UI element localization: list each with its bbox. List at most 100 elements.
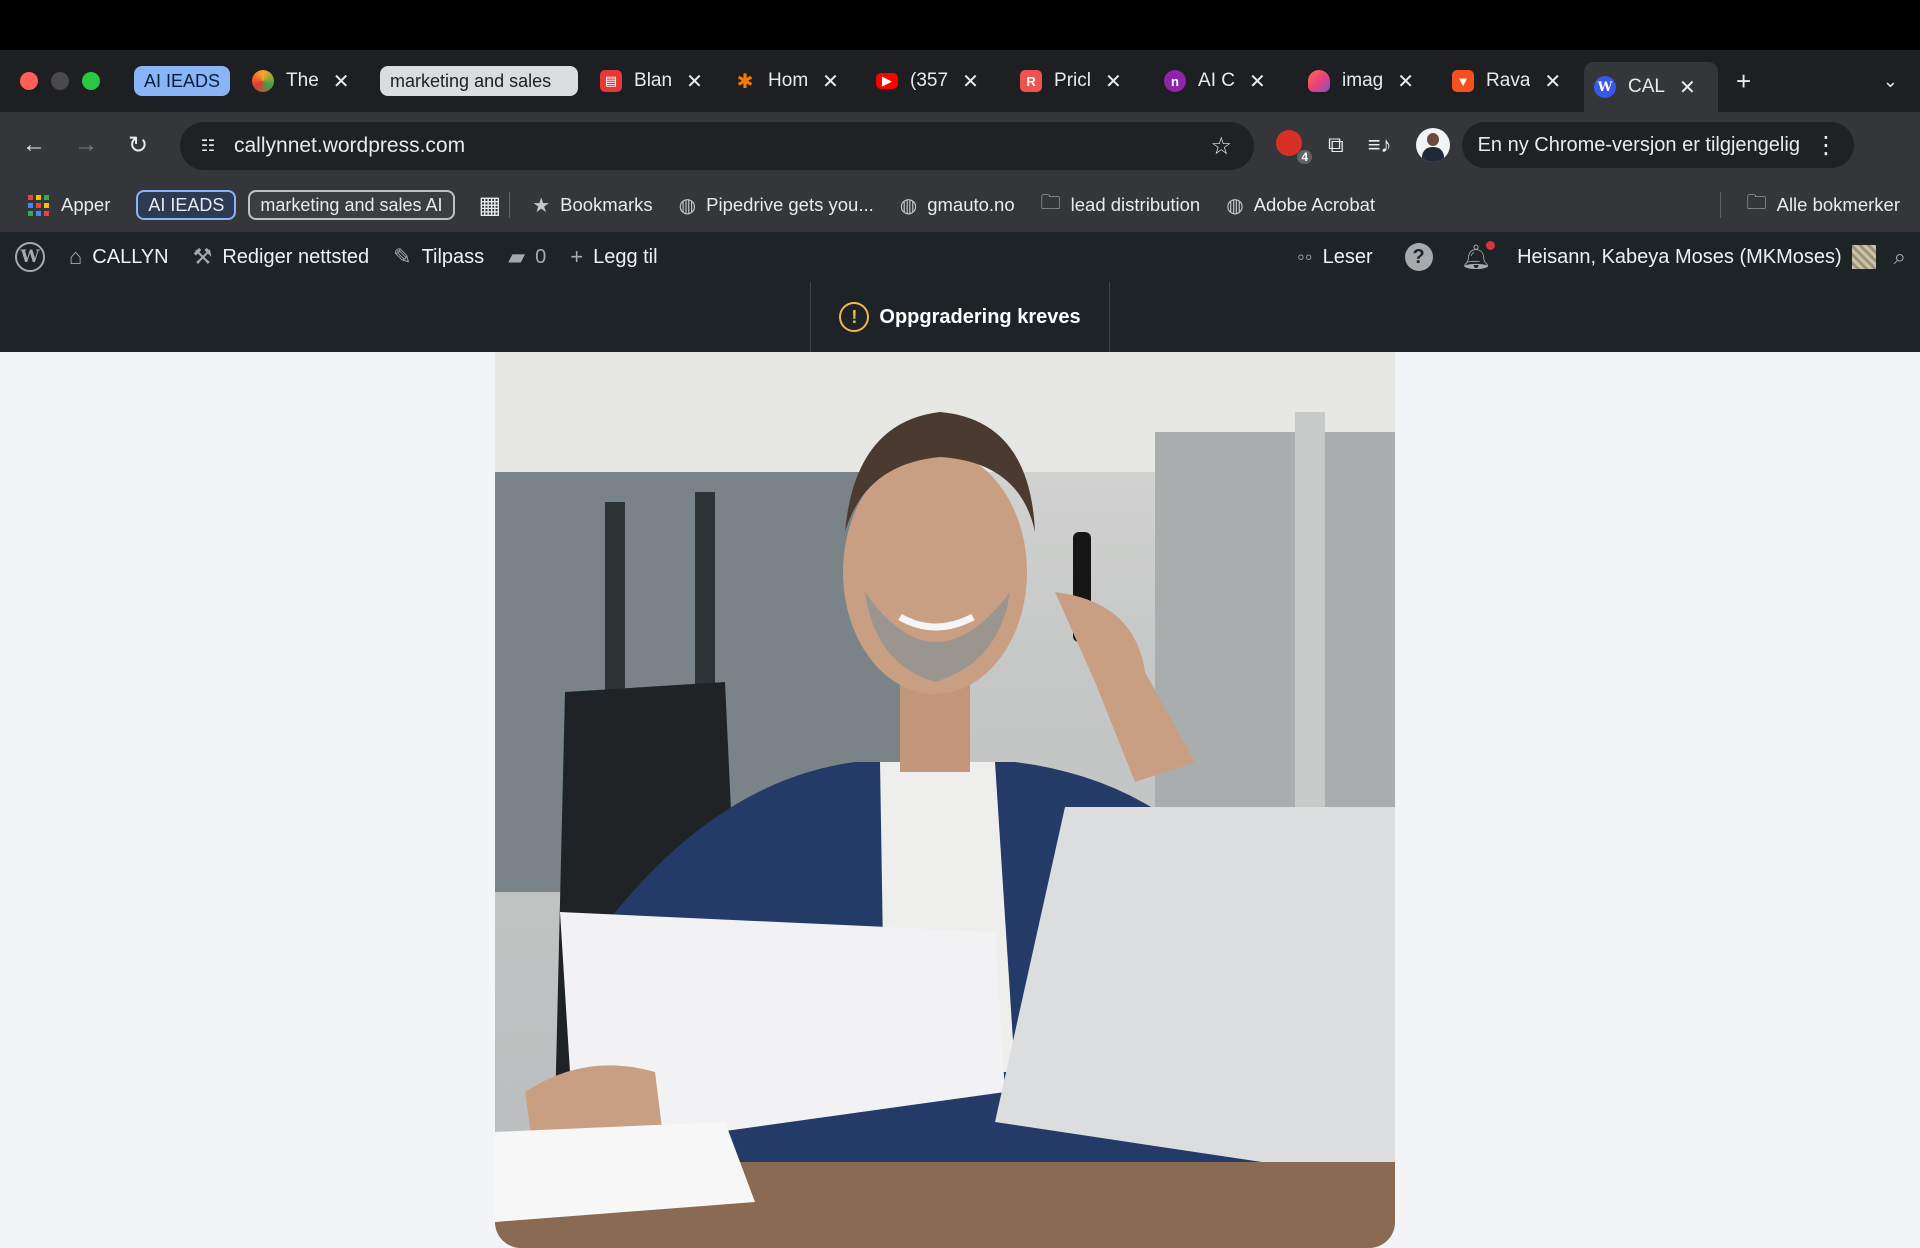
address-bar[interactable]: ☷ callynnet.wordpress.com ☆	[180, 122, 1254, 170]
tab-blan[interactable]: ▤ Blan ✕	[590, 58, 724, 104]
youtube-icon: ▶	[876, 73, 899, 89]
hero-photo	[495, 352, 1395, 1248]
more-menu-icon[interactable]: ⋮	[1814, 131, 1838, 160]
minimize-window-button[interactable]	[51, 72, 69, 90]
close-tab-icon[interactable]: ✕	[962, 69, 979, 94]
notification-dot	[1486, 240, 1496, 250]
add-new-label: Legg til	[593, 245, 658, 268]
bookmark-label: lead distribution	[1070, 194, 1201, 215]
comment-icon: ▰	[508, 244, 526, 269]
bookmark-label: gmauto.no	[927, 194, 1015, 215]
globe-icon: ◍	[1226, 194, 1244, 217]
chrome-update-button[interactable]: En ny Chrome-versjon er tilgjengelig ⋮	[1461, 122, 1854, 168]
wp-customize-link[interactable]: ✎ Tilpass	[393, 244, 484, 270]
all-bookmarks[interactable]: 🗀 Alle bokmerker	[1719, 188, 1900, 222]
user-avatar[interactable]	[1851, 245, 1876, 269]
comments-count: 0	[535, 245, 547, 268]
search-icon[interactable]: ⌕	[1894, 244, 1906, 270]
bookmark-gmauto[interactable]: ◍ gmauto.no	[900, 193, 1015, 218]
tab-imag[interactable]: imag ✕	[1298, 58, 1442, 104]
tab-group-ai-ieads[interactable]: AI IEADS	[134, 66, 231, 96]
tab-pricing[interactable]: R Pricl ✕	[1010, 58, 1154, 104]
close-tab-icon[interactable]: ✕	[333, 69, 350, 94]
rava-icon: ▼	[1452, 70, 1475, 92]
tab-search-chevron-icon[interactable]: ⌄	[1883, 71, 1898, 92]
help-icon[interactable]: ?	[1404, 243, 1433, 271]
extension-badge-count: 4	[1297, 150, 1312, 164]
extension-icon[interactable]: 4	[1276, 130, 1312, 164]
bookmark-group-ai-ieads[interactable]: AI IEADS	[136, 190, 237, 220]
tab-the[interactable]: The ✕	[242, 58, 380, 104]
close-tab-icon[interactable]: ✕	[1105, 69, 1122, 94]
toolbar-right: 4 ⧉ ≡♪ En ny Chrome-versjon er tilgjenge…	[1276, 120, 1854, 170]
bookmark-label: Pipedrive gets you...	[706, 194, 874, 215]
wp-add-new-link[interactable]: + Legg til	[570, 244, 657, 270]
customize-label: Tilpass	[421, 245, 485, 268]
wordpress-icon: W	[1594, 76, 1617, 98]
tab-title: Rava	[1486, 70, 1531, 91]
tab-cal-active[interactable]: W CAL ✕	[1584, 62, 1719, 112]
close-tab-icon[interactable]: ✕	[1544, 69, 1561, 94]
upgrade-notice-bar: ! Oppgradering kreves	[0, 282, 1920, 352]
bookmark-bookmarks[interactable]: ★ Bookmarks	[532, 193, 652, 218]
bookmark-star-icon[interactable]: ☆	[1210, 132, 1232, 161]
window-titlebar	[0, 0, 1920, 50]
reload-button[interactable]: ↻	[120, 127, 156, 163]
asterisk-icon: ✱	[736, 70, 754, 93]
forward-button[interactable]: →	[68, 127, 104, 163]
wp-edit-site-link[interactable]: ⚒ Rediger nettsted	[193, 244, 370, 270]
apps-bookmark[interactable]: Apper	[28, 194, 110, 216]
edit-site-label: Rediger nettsted	[222, 245, 370, 268]
warning-icon: !	[839, 302, 870, 332]
url-text[interactable]: callynnet.wordpress.com	[234, 134, 465, 158]
back-button[interactable]: ←	[16, 127, 52, 163]
bookmark-lead-distribution[interactable]: 🗀 lead distribution	[1041, 188, 1201, 222]
profile-avatar[interactable]	[1415, 128, 1450, 162]
wp-site-link[interactable]: ⌂ CALLYN	[69, 244, 169, 270]
close-tab-icon[interactable]: ✕	[1397, 69, 1414, 94]
avatar-head	[1426, 133, 1439, 146]
tab-group-marketing-and-sales[interactable]: marketing and sales	[380, 66, 579, 96]
tab-youtube[interactable]: ▶ (357 ✕	[866, 58, 1010, 104]
update-notice-text: En ny Chrome-versjon er tilgjengelig	[1477, 133, 1800, 156]
notifications-bell-icon[interactable]: 🔔︎	[1461, 240, 1496, 272]
window-controls	[20, 72, 100, 90]
hammer-icon: ⚒	[192, 244, 213, 269]
tab-title: Pricl	[1054, 70, 1091, 91]
upgrade-required-link[interactable]: ! Oppgradering kreves	[810, 282, 1110, 352]
new-tab-button[interactable]: +	[1736, 66, 1751, 97]
media-controls-icon[interactable]: ≡♪	[1368, 132, 1392, 158]
star-icon: ★	[532, 194, 551, 217]
reader-label: Leser	[1322, 245, 1373, 268]
maximize-window-button[interactable]	[82, 72, 100, 90]
close-tab-icon[interactable]: ✕	[1249, 69, 1266, 94]
tab-hom[interactable]: ✱ Hom ✕	[724, 58, 866, 104]
extensions-puzzle-icon[interactable]: ⧉	[1328, 132, 1344, 158]
tab-title: The	[286, 70, 319, 91]
close-tab-icon[interactable]: ✕	[1679, 75, 1696, 100]
tab-ai-c[interactable]: n AI C ✕	[1154, 58, 1298, 104]
laptop	[995, 807, 1395, 1182]
wp-reader-link[interactable]: ◦◦ Leser	[1297, 244, 1373, 270]
wp-comments-link[interactable]: ▰ 0	[508, 244, 546, 270]
wp-admin-bar-right: ◦◦ Leser ? 🔔︎ Heisann, Kabeya Moses (MKM…	[1297, 232, 1920, 282]
wordpress-logo-icon[interactable]: W	[15, 242, 45, 272]
site-info-icon[interactable]: ☷	[194, 132, 222, 160]
apps-label: Apper	[61, 194, 111, 215]
site-name: CALLYN	[92, 245, 169, 268]
folder-icon: 🗀	[1746, 192, 1767, 214]
tab-rava[interactable]: ▼ Rava ✕	[1442, 58, 1584, 104]
close-tab-icon[interactable]: ✕	[822, 69, 839, 94]
wp-account-menu[interactable]: Heisann, Kabeya Moses (MKMoses)	[1517, 246, 1842, 269]
all-bookmarks-label: Alle bokmerker	[1776, 194, 1900, 215]
bookmark-pipedrive[interactable]: ◍ Pipedrive gets you...	[679, 193, 874, 218]
close-tab-icon[interactable]: ✕	[686, 69, 703, 94]
bookmark-group-marketing-and-sales-ai[interactable]: marketing and sales AI	[248, 190, 455, 220]
globe-icon: ◍	[678, 194, 697, 217]
tab-title: CAL	[1628, 76, 1665, 97]
bookmark-adobe-acrobat[interactable]: ◍ Adobe Acrobat	[1226, 193, 1375, 218]
close-window-button[interactable]	[20, 72, 38, 90]
browser-toolbar: ← → ↻ ☷ callynnet.wordpress.com ☆ 4 ⧉ ≡♪…	[0, 112, 1920, 178]
globe-icon: ◍	[899, 194, 918, 217]
tab-groups-grid-icon[interactable]: ▦	[479, 191, 502, 220]
